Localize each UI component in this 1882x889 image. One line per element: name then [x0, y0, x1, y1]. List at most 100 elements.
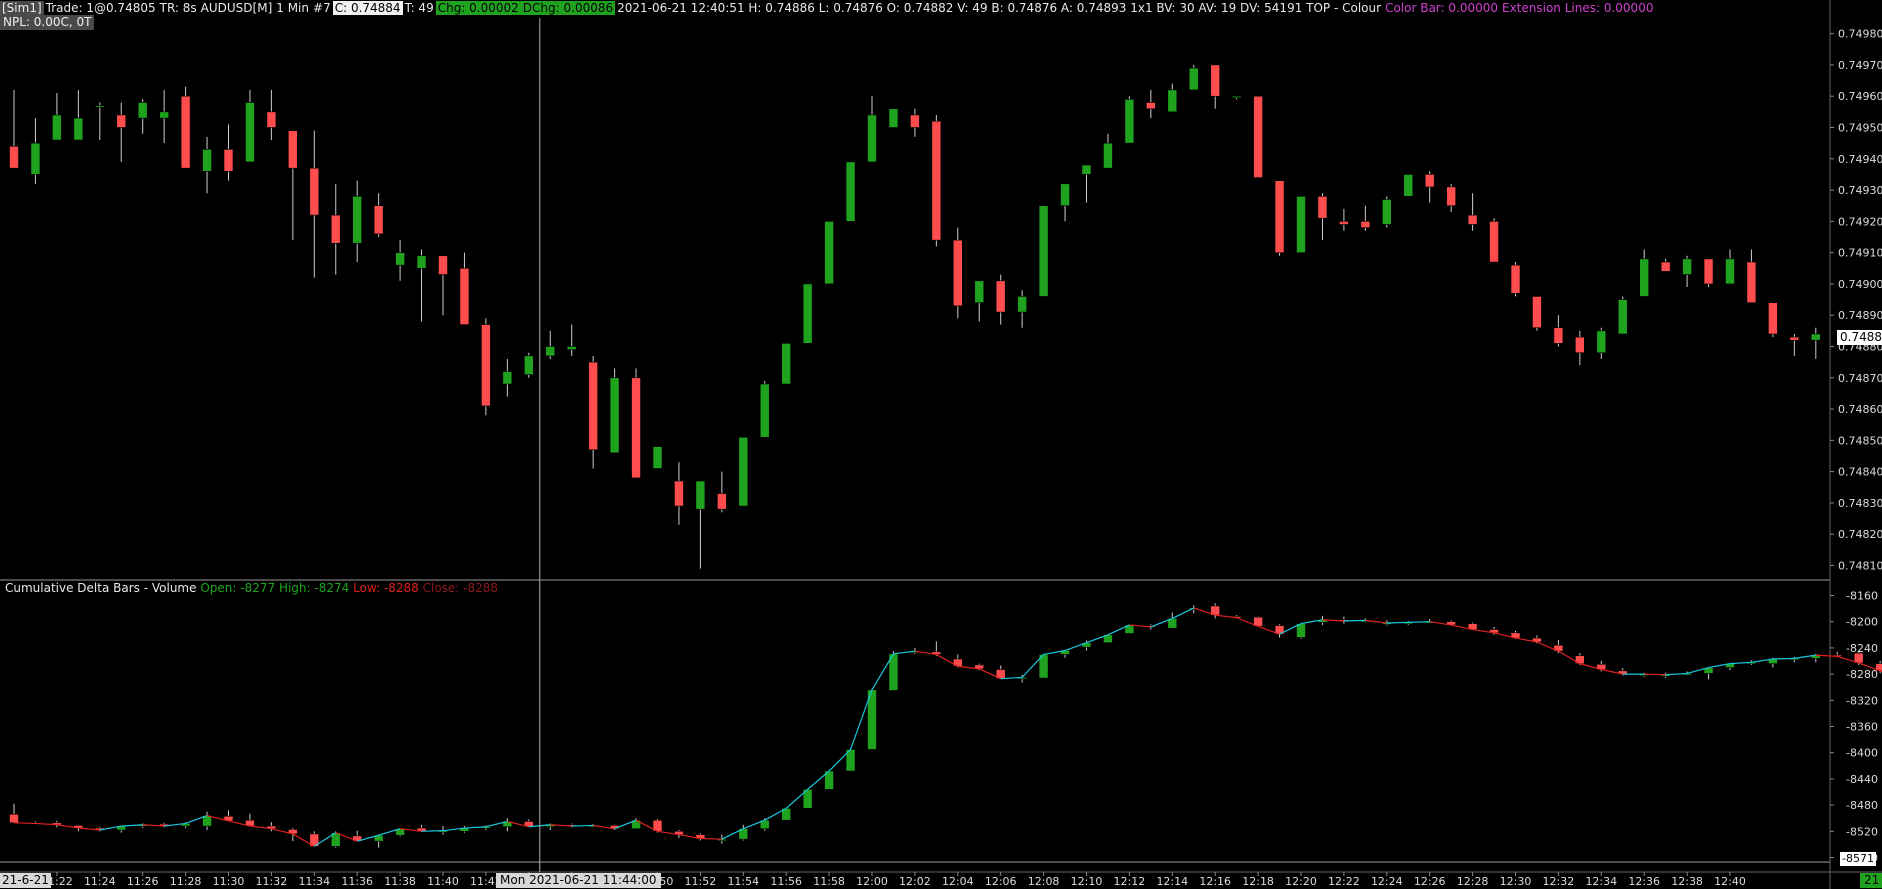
time-tick-label: 12:14: [1156, 875, 1188, 888]
delta-legend: Cumulative Delta Bars - Volume Open: -82…: [5, 580, 498, 596]
price-candle: [1703, 258, 1714, 285]
delta-tick-label: -8240: [1846, 642, 1878, 655]
price-candle: [352, 196, 363, 244]
time-tick-label: 12:38: [1671, 875, 1703, 888]
interval-label[interactable]: 1 Min: [274, 1, 311, 15]
delta-close-line: [700, 837, 722, 840]
time-tick-label: 12:04: [942, 875, 974, 888]
time-tick-label: 12:10: [1071, 875, 1103, 888]
price-tick-label: 0.74860: [1838, 403, 1882, 416]
time-tick-label: 11:32: [256, 875, 288, 888]
delta-close-line: [13, 822, 36, 825]
time-tick-label: 11:26: [127, 875, 159, 888]
delta-tick-label: -8280: [1846, 668, 1878, 681]
price-candle: [459, 267, 470, 325]
price-tick-label: 0.74890: [1838, 309, 1882, 322]
time-tick-label: 12:22: [1328, 875, 1360, 888]
price-candle: [781, 343, 792, 385]
price-candle: [952, 239, 963, 307]
delta-tick-label: -8520: [1846, 825, 1878, 838]
price-candle: [1017, 296, 1027, 313]
price-candle: [30, 142, 41, 175]
time-tick-label: 12:16: [1199, 875, 1231, 888]
time-tick-label: 11:52: [685, 875, 717, 888]
delta-close: Close: -8288: [422, 581, 499, 595]
price-candle: [759, 383, 770, 438]
delta-tick-label: -8440: [1846, 773, 1878, 786]
price-candle: [1188, 67, 1199, 91]
time-tick-label: 12:00: [856, 875, 888, 888]
price-tick-label: 0.74870: [1838, 372, 1882, 385]
price-candle: [73, 117, 84, 141]
price-candle: [9, 145, 19, 169]
delta-tick-label: -8320: [1846, 694, 1878, 707]
price-candle: [438, 255, 448, 275]
price-tick-label: 0.74810: [1838, 559, 1882, 572]
price-candle: [1682, 258, 1692, 275]
time-tick-label: 12:30: [1500, 875, 1532, 888]
time-tick-label: 11:40: [427, 875, 459, 888]
tr-label: TR: 8s: [159, 1, 197, 15]
price-tick-label: 0.74840: [1838, 466, 1882, 479]
current-price-tag: 0.74884: [1837, 330, 1882, 345]
price-tick-label: 0.74940: [1838, 153, 1882, 166]
price-tick-label: 0.74910: [1838, 247, 1882, 260]
price-candle: [309, 167, 320, 216]
price-candle: [867, 114, 877, 163]
delta-tick-label: -8400: [1846, 747, 1878, 760]
price-candle: [931, 120, 942, 241]
price-candle: [1081, 164, 1092, 175]
price-candle: [330, 214, 341, 244]
price-candle: [1103, 142, 1113, 169]
delta-close-line: [1408, 621, 1430, 623]
price-candle: [1596, 330, 1607, 354]
time-tick-label: 11:36: [341, 875, 373, 888]
price-candle: [1617, 299, 1628, 335]
price-candle: [395, 252, 405, 266]
time-tick-label: 11:34: [298, 875, 330, 888]
price-candle: [974, 280, 985, 303]
current-delta-tag: -8571: [1840, 852, 1876, 866]
account-label[interactable]: [Sim1]: [0, 1, 44, 15]
price-candle: [1746, 261, 1757, 303]
price-candle: [1725, 258, 1735, 285]
price-candle: [1038, 205, 1049, 297]
price-candle: [910, 114, 920, 128]
symbol-label[interactable]: AUDUSD[M]: [199, 1, 275, 15]
count-label: #7: [313, 1, 331, 15]
price-candle: [1360, 221, 1371, 228]
time-tick-label: 12:34: [1585, 875, 1617, 888]
price-tick-label: 0.74850: [1838, 434, 1882, 447]
price-candle: [995, 280, 1006, 313]
price-candle: [1339, 221, 1349, 225]
price-candle: [888, 108, 899, 128]
price-candle: [1467, 214, 1478, 225]
price-candle: [1424, 174, 1435, 188]
price-tick-label: 0.74830: [1838, 497, 1882, 510]
close-price-label: C: 0.74884: [332, 1, 403, 15]
delta-close-line: [1343, 619, 1366, 622]
price-candle: [1811, 333, 1821, 341]
time-tick-label: 12:02: [899, 875, 931, 888]
price-candle: [481, 324, 491, 407]
color-bar-label: Color Bar: 0.00000: [1385, 1, 1498, 15]
time-tick-label: 11:28: [170, 875, 202, 888]
price-candle: [545, 346, 556, 357]
time-tick-label: 11:54: [727, 875, 759, 888]
delta-tick-label: -8480: [1846, 799, 1878, 812]
date-corner-label: 21-6-21: [0, 873, 51, 888]
time-tick-label: 12:06: [985, 875, 1017, 888]
price-candle: [1124, 99, 1135, 144]
time-tick-label: 12:12: [1114, 875, 1146, 888]
price-candle: [1489, 221, 1499, 263]
price-candle: [95, 105, 105, 108]
crosshair-time-label: Mon 2021-06-21 11:44:00: [496, 873, 661, 888]
delta-close-line: [1386, 621, 1409, 624]
chart-canvas[interactable]: 0.74980 0.74970 0.74960 0.74950 0.74940 0.749…: [0, 0, 1882, 889]
delta-close-line: [421, 830, 444, 832]
price-candle: [523, 355, 534, 375]
price-tick-label: 0.74920: [1838, 215, 1882, 228]
price-tick-label: 0.74980: [1838, 28, 1882, 41]
price-candle: [202, 149, 212, 172]
delta-candle: [9, 813, 19, 824]
